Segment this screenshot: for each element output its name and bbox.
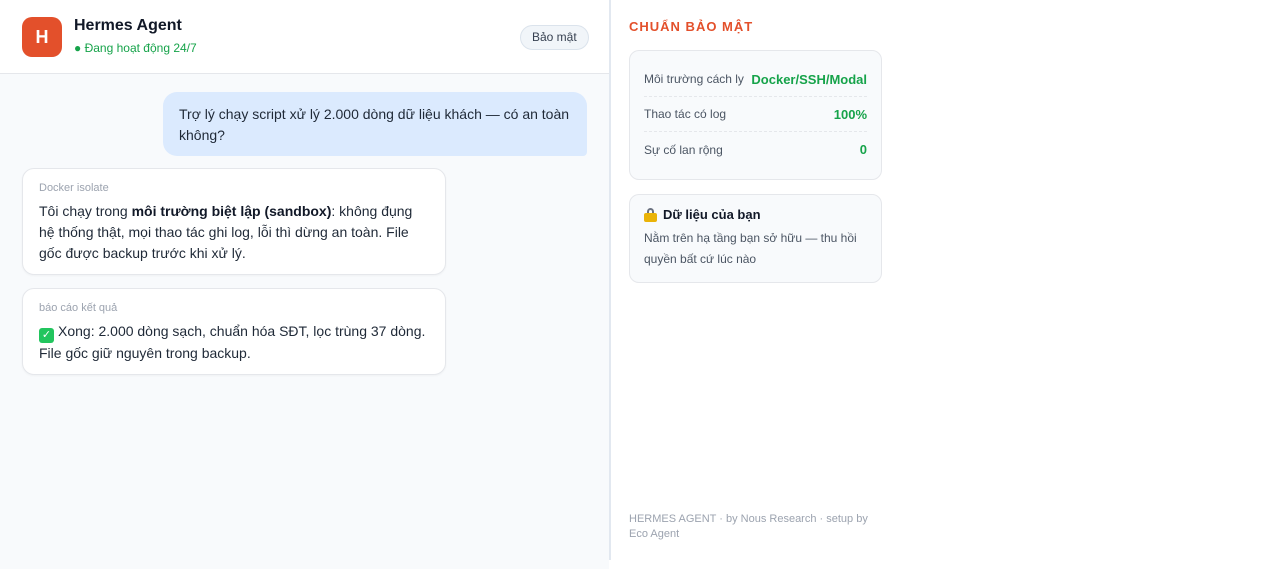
data-card-title: Dữ liệu của bạn — [644, 207, 867, 222]
security-badge[interactable]: Bảo mật — [520, 25, 589, 50]
bot-message-sandbox: Docker isolate Tôi chạy trong môi trường… — [22, 168, 446, 275]
metric-row: Sự cố lan rộng 0 — [644, 132, 867, 167]
metric-label: Sự cố lan rộng — [644, 142, 723, 157]
data-card-text: Nằm trên hạ tầng bạn sở hữu — thu hồi qu… — [644, 231, 857, 266]
footer-credit: HERMES AGENT · by Nous Research · setup … — [629, 513, 868, 540]
security-metrics: Môi trường cách ly Docker/SSH/Modal Thao… — [629, 50, 882, 180]
message-text-bold: môi trường biệt lập (sandbox) — [131, 203, 332, 219]
bot-message-report: báo cáo kết quả ✓ Xong: 2.000 dòng sạch, … — [22, 288, 446, 375]
data-card-title-text: Dữ liệu của bạn — [663, 207, 761, 222]
metric-row: Môi trường cách ly Docker/SSH/Modal — [644, 62, 867, 97]
chat-panel: H Hermes Agent ● Đang hoạt động 24/7 Bảo… — [0, 0, 609, 569]
metric-label: Môi trường cách ly — [644, 72, 744, 86]
agent-avatar: H — [22, 17, 62, 57]
agent-status: ● Đang hoạt động 24/7 — [74, 41, 197, 55]
panel-title: CHUẨN BẢO MẬT — [629, 19, 754, 34]
message-text-part: Xong: 2.000 dòng sạch, chuẩn hóa SĐT, lọ… — [39, 323, 426, 361]
chat-header: H Hermes Agent ● Đang hoạt động 24/7 Bảo… — [0, 0, 609, 74]
security-panel: CHUẨN BẢO MẬT Môi trường cách ly Docker/… — [611, 0, 900, 560]
agent-name: Hermes Agent — [74, 17, 182, 34]
message-text: Tôi chạy trong môi trường biệt lập (sand… — [39, 201, 429, 264]
metric-value: Docker/SSH/Modal — [751, 71, 867, 87]
message-text-part: Tôi chạy trong — [39, 203, 132, 219]
lock-icon — [644, 207, 657, 222]
metric-row: Thao tác có log 100% — [644, 97, 867, 132]
metric-label: Thao tác có log — [644, 107, 727, 121]
user-message: Trợ lý chạy script xử lý 2.000 dòng dữ l… — [163, 92, 587, 156]
message-text: ✓ Xong: 2.000 dòng sạch, chuẩn hóa SĐT, l… — [39, 321, 429, 364]
data-ownership-card: Dữ liệu của bạn Nằm trên hạ tầng bạn sở … — [629, 194, 882, 283]
metric-value: 100% — [833, 106, 867, 122]
message-tag: Docker isolate — [39, 182, 109, 194]
check-icon: ✓ — [39, 328, 54, 343]
metric-value: 0 — [859, 142, 867, 157]
message-tag: báo cáo kết quả — [39, 302, 118, 314]
